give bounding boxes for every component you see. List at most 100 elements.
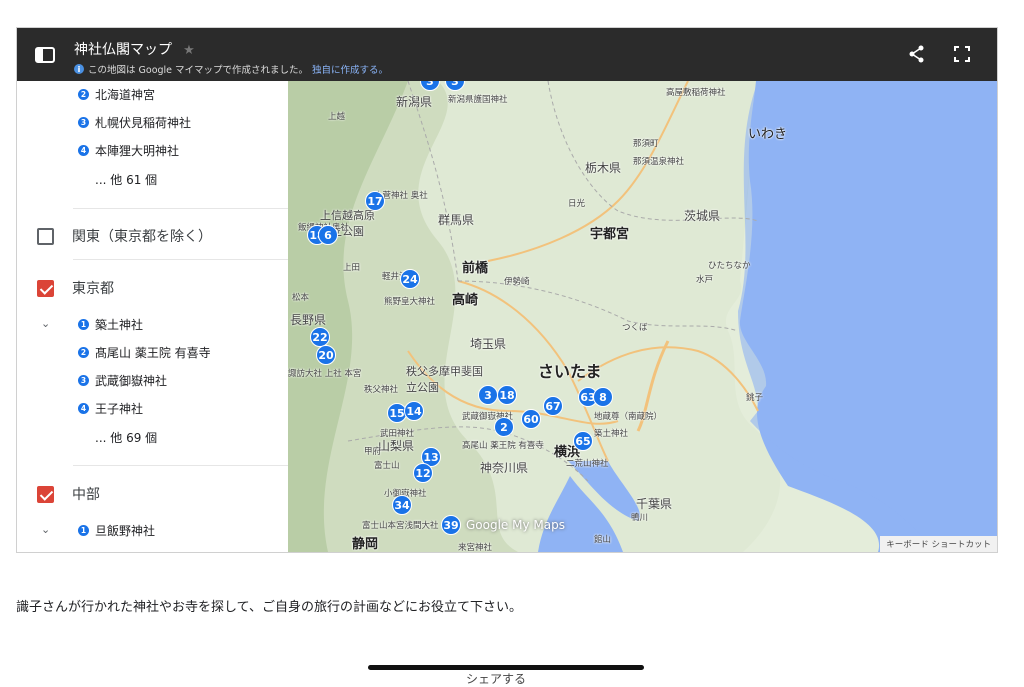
- list-item[interactable]: 2 髙尾山 薬王院 有喜寺: [78, 343, 211, 361]
- map-marker[interactable]: 22: [310, 327, 330, 347]
- place-label: 熊野皇大神社: [384, 297, 436, 307]
- divider: [73, 259, 288, 260]
- place-label: 松本: [292, 293, 310, 303]
- chevron-down-icon[interactable]: ⌄: [41, 317, 50, 330]
- place-label: いわき: [748, 127, 788, 142]
- layer-label: 東京都: [72, 281, 114, 297]
- place-label: 水戸: [696, 275, 714, 285]
- map-canvas[interactable]: 新潟県 新潟県護国神社 高屋敷稲荷神社 いわき 那須町 那須温泉神社 栃木県 上…: [288, 81, 997, 552]
- list-item-label: 本陣狸大明神社: [95, 143, 180, 158]
- map-title: 神社仏閣マップ: [74, 42, 172, 58]
- map-header: 神社仏閣マップ ★ i この地図は Google マイマップで作成されました。 …: [17, 28, 997, 81]
- map-watermark: Google My Maps: [466, 518, 565, 532]
- place-label: 館山: [594, 535, 612, 545]
- layer-checkbox[interactable]: [37, 279, 54, 297]
- share-icon: [909, 45, 924, 63]
- place-label: 静岡: [352, 537, 379, 552]
- divider: [73, 208, 288, 209]
- place-label: 高屋敷稲荷神社: [666, 88, 726, 98]
- map-marker[interactable]: 39: [441, 515, 461, 535]
- map-marker[interactable]: 14: [404, 401, 424, 421]
- chevron-down-icon[interactable]: ⌄: [41, 523, 50, 536]
- place-label: 築土神社: [594, 429, 629, 439]
- map-embed: 神社仏閣マップ ★ i この地図は Google マイマップで作成されました。 …: [16, 27, 998, 553]
- keyboard-shortcuts-link[interactable]: キーボード ショートカット: [880, 536, 997, 552]
- place-label: 富士山: [374, 461, 400, 471]
- more-items-link[interactable]: ... 他 61 個: [95, 171, 157, 188]
- map-marker[interactable]: 17: [365, 191, 385, 211]
- layer-label: 関東（東京都を除く）: [72, 229, 212, 245]
- map-marker[interactable]: 24: [400, 269, 420, 289]
- marker-number: 1: [78, 524, 89, 536]
- place-label: 埼玉県: [470, 337, 507, 351]
- layer-tokyo[interactable]: 東京都: [37, 277, 114, 299]
- list-item-label: 武蔵御嶽神社: [95, 373, 168, 388]
- layer-checkbox[interactable]: [37, 227, 54, 245]
- place-label: 伊勢崎: [504, 277, 530, 287]
- star-icon[interactable]: ★: [183, 43, 195, 58]
- list-item[interactable]: 4 王子神社: [78, 399, 143, 417]
- place-label: 長野県: [290, 313, 327, 327]
- list-item[interactable]: 4 本陣狸大明神社: [78, 141, 179, 159]
- map-marker[interactable]: 60: [521, 409, 541, 429]
- place-label: つくば: [622, 323, 648, 333]
- fullscreen-icon: [954, 46, 970, 62]
- map-marker[interactable]: 67: [543, 396, 563, 416]
- marker-number: 3: [78, 374, 89, 386]
- place-label: 地蔵尊（南蔵院）: [594, 412, 663, 422]
- list-item-label: 築土神社: [95, 317, 144, 332]
- place-label: 甲府: [364, 447, 382, 457]
- map-marker[interactable]: 6: [318, 225, 338, 245]
- place-label: 茨城県: [684, 209, 721, 223]
- place-label: 千葉県: [636, 497, 673, 511]
- list-item-label: 北海道神宮: [95, 87, 156, 102]
- place-label: 二荒山神社: [566, 459, 609, 469]
- map-marker[interactable]: 20: [316, 345, 336, 365]
- map-marker[interactable]: 65: [573, 431, 593, 451]
- layer-sidebar: 2 北海道神宮 3 札幌伏見稲荷神社 4 本陣狸大明神社 ... 他 61 個 …: [17, 81, 288, 552]
- list-item-label: 旦飯野神社: [95, 523, 156, 538]
- layer-checkbox[interactable]: [37, 485, 54, 503]
- place-label: 来宮神社: [458, 543, 493, 552]
- map-marker[interactable]: 34: [392, 495, 412, 515]
- place-label: 上田: [343, 263, 361, 273]
- list-item[interactable]: 1 旦飯野神社: [78, 521, 155, 539]
- page-caption: 識子さんが行かれた神社やお寺を探して、ご自身の旅行の計画などにお役立て下さい。: [16, 600, 522, 615]
- place-label: 山梨県: [378, 439, 415, 453]
- list-item[interactable]: 3 札幌伏見稲荷神社: [78, 113, 191, 131]
- place-label: 秩父神社: [364, 385, 399, 395]
- marker-number: 1: [78, 318, 89, 330]
- layer-chubu[interactable]: 中部: [37, 483, 100, 505]
- more-items-link[interactable]: ... 他 69 個: [95, 429, 157, 446]
- place-label: 前橋: [462, 261, 489, 276]
- map-marker[interactable]: 12: [413, 463, 433, 483]
- place-label: 新潟県: [396, 95, 433, 109]
- place-label: 上越: [328, 112, 346, 122]
- list-item[interactable]: 2 北海道神宮: [78, 85, 155, 103]
- map-marker[interactable]: 8: [593, 387, 613, 407]
- share-text[interactable]: シェアする: [466, 670, 526, 687]
- list-item[interactable]: 1 築土神社: [78, 315, 143, 333]
- create-own-link[interactable]: 独自に作成する。: [312, 62, 388, 76]
- place-label: 髙尾山 薬王院 有喜寺: [462, 441, 544, 451]
- sidebar-toggle-button[interactable]: [33, 43, 57, 67]
- info-icon: i: [74, 64, 84, 74]
- fullscreen-button[interactable]: [952, 44, 972, 64]
- map-marker[interactable]: 18: [497, 385, 517, 405]
- marker-number: 3: [78, 116, 89, 128]
- place-label: 栃木県: [585, 161, 622, 175]
- place-label: 鴨川: [631, 513, 649, 523]
- place-label: 諏訪大社 上社 本宮: [288, 369, 362, 379]
- layer-kanto[interactable]: 関東（東京都を除く）: [37, 225, 212, 247]
- place-label: さいたま: [538, 362, 602, 381]
- share-button[interactable]: [907, 44, 927, 64]
- map-marker[interactable]: 3: [478, 385, 498, 405]
- marker-number: 4: [78, 402, 89, 414]
- list-item-label: 髙尾山 薬王院 有喜寺: [95, 345, 211, 360]
- map-marker[interactable]: 2: [494, 417, 514, 437]
- map-subtitle: この地図は Google マイマップで作成されました。: [88, 65, 309, 76]
- divider: [73, 465, 288, 466]
- marker-number: 2: [78, 88, 89, 100]
- place-label: ひたちなか: [708, 261, 751, 271]
- list-item[interactable]: 3 武蔵御嶽神社: [78, 371, 167, 389]
